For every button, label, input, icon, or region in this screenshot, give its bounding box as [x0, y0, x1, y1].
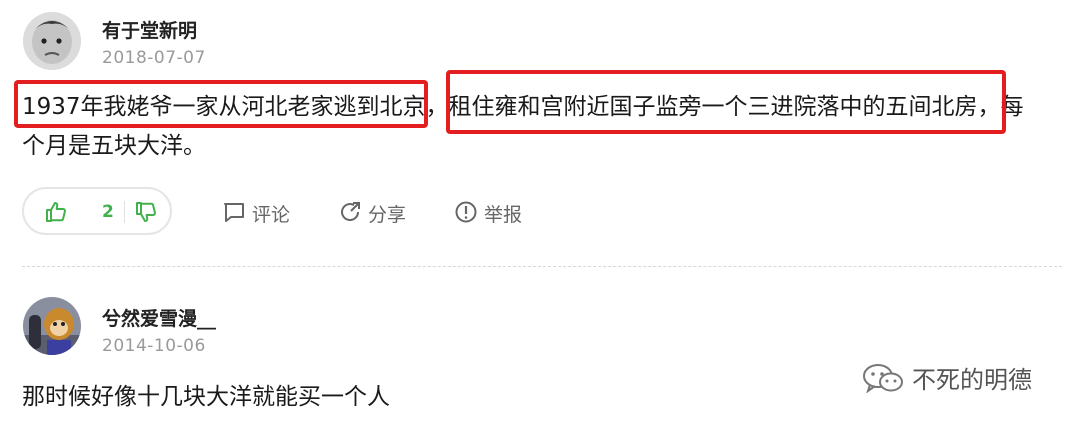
- divider: [22, 266, 1062, 267]
- report-label: 举报: [484, 204, 523, 226]
- comment-icon: [224, 203, 244, 222]
- highlight-box: [446, 70, 1006, 134]
- share-icon: [341, 202, 360, 221]
- highlight-box: [14, 80, 428, 128]
- vote-control: 2: [22, 187, 172, 235]
- wechat-icon: [863, 364, 903, 393]
- divider: [124, 201, 125, 223]
- watermark-text: 不死的明德: [912, 366, 1032, 394]
- share-label: 分享: [368, 204, 407, 226]
- comment-label: 评论: [252, 204, 291, 226]
- username[interactable]: 有于堂新明: [102, 16, 197, 43]
- username[interactable]: 兮然爱雪漫__: [102, 304, 216, 331]
- thumbs-down-icon[interactable]: [134, 200, 158, 224]
- thumbs-up-icon[interactable]: [44, 200, 68, 224]
- like-count: 2: [102, 202, 114, 222]
- avatar[interactable]: [23, 297, 81, 355]
- comment-date: 2014-10-06: [102, 336, 206, 356]
- avatar[interactable]: [23, 12, 81, 70]
- comment-date: 2018-07-07: [102, 48, 206, 68]
- report-icon: [455, 201, 477, 223]
